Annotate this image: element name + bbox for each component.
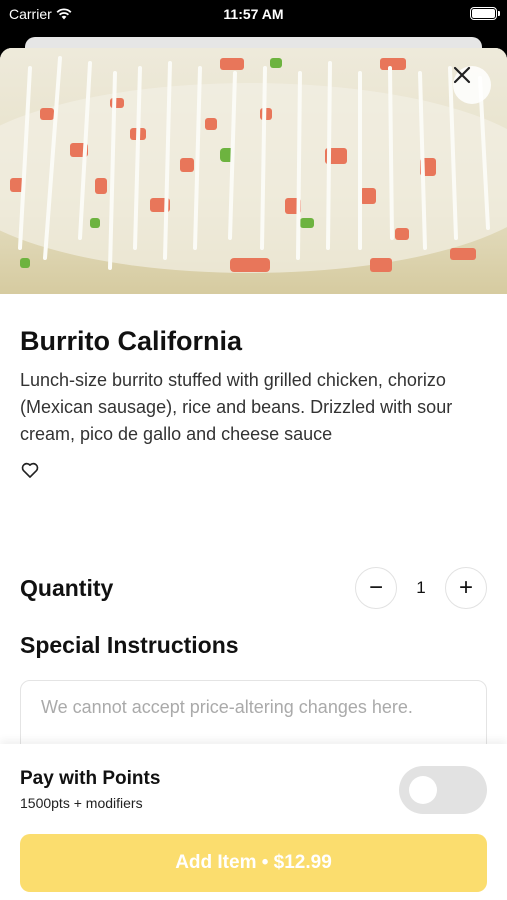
close-icon [453, 66, 471, 84]
item-title: Burrito California [20, 326, 243, 356]
pay-with-points-label: Pay with Points [20, 768, 161, 789]
favorite-button[interactable] [20, 460, 40, 480]
special-instructions-label: Special Instructions [20, 632, 239, 658]
item-description: Lunch-size burrito stuffed with grilled … [20, 370, 453, 444]
item-details: Burrito California Lunch-size burrito st… [0, 326, 507, 480]
clock: 11:57 AM [223, 6, 284, 22]
quantity-value: 1 [416, 578, 426, 597]
decrement-button[interactable]: − [355, 567, 397, 609]
pay-with-points-toggle[interactable] [399, 766, 487, 814]
add-item-button[interactable]: Add Item • $12.99 [20, 834, 487, 892]
quantity-label: Quantity [20, 574, 114, 601]
battery-icon [470, 7, 500, 20]
close-button[interactable] [453, 66, 491, 104]
heart-icon [21, 462, 39, 478]
points-cost: 1500pts + modifiers [20, 795, 143, 811]
increment-button[interactable]: + [445, 567, 487, 609]
quantity-stepper: − 1 + [355, 567, 487, 609]
quantity-row: Quantity − 1 + [20, 566, 487, 610]
checkout-footer: Pay with Points 1500pts + modifiers Add … [0, 744, 507, 900]
item-detail-sheet: Burrito California Lunch-size burrito st… [0, 48, 507, 900]
toggle-knob [409, 776, 437, 804]
status-bar: Carrier 11:57 AM [0, 0, 507, 30]
item-photo [0, 48, 507, 294]
